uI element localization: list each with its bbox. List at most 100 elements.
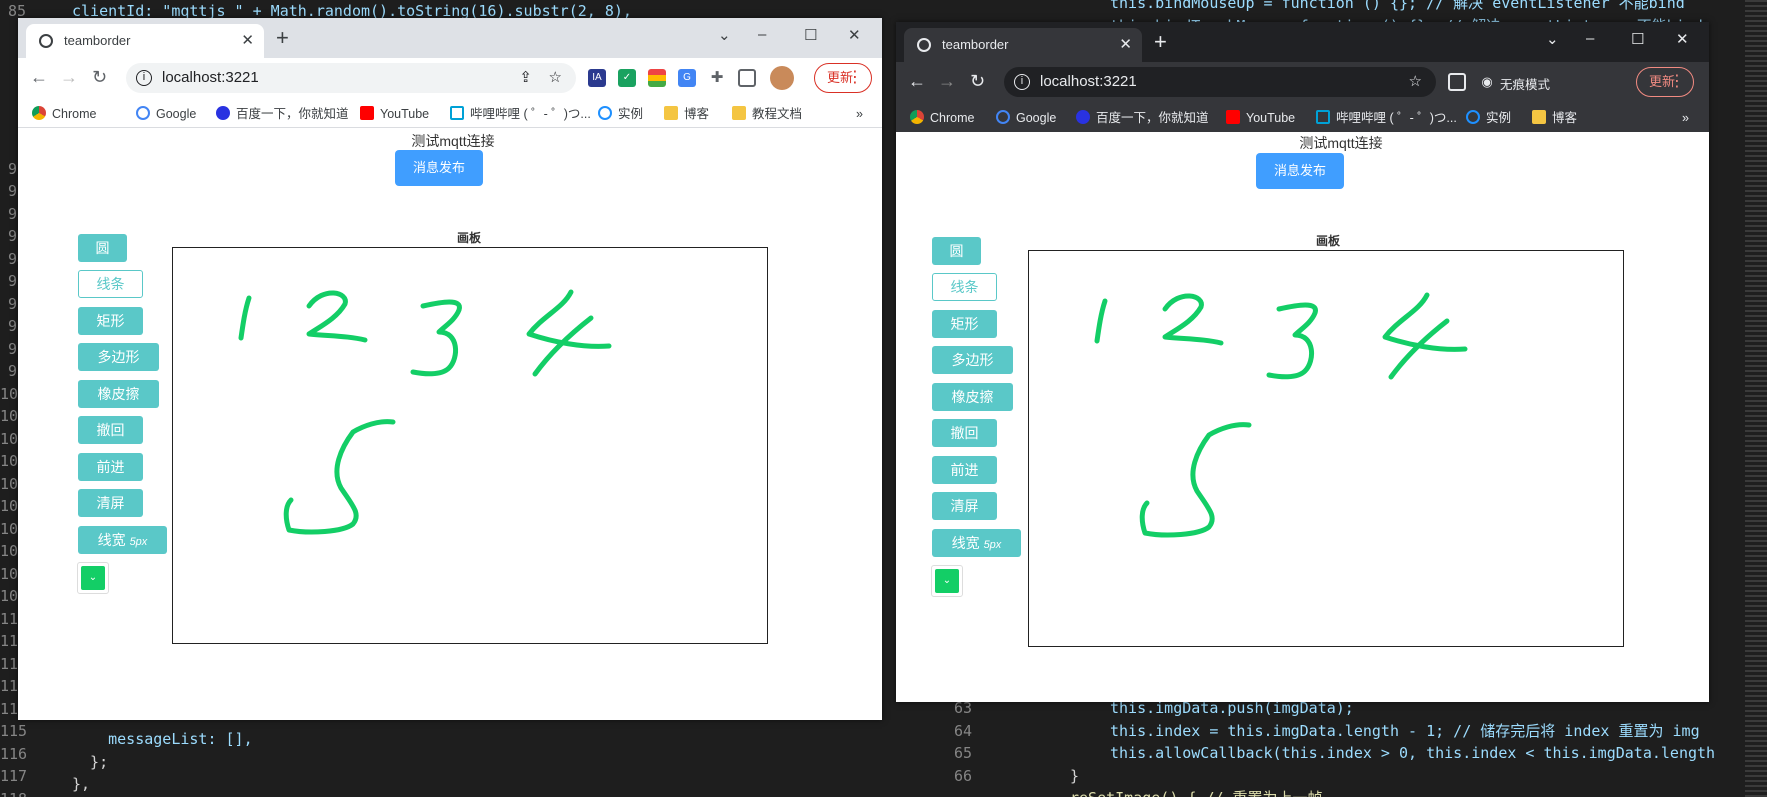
bookmark-item[interactable]: 哔哩哔哩 ( ゜- ゜)つ...: [450, 106, 591, 122]
tool-clear[interactable]: 清屏: [932, 492, 997, 520]
tool-line[interactable]: 线条: [78, 270, 143, 298]
publish-button[interactable]: 消息发布: [395, 150, 483, 186]
chevron-down-icon: ⌄: [935, 569, 959, 593]
reload-icon[interactable]: ↻: [970, 70, 985, 92]
bookmark-item[interactable]: 百度一下，你就知道: [216, 106, 349, 122]
tool-eraser[interactable]: 橡皮擦: [78, 380, 159, 408]
maximize-icon[interactable]: ☐: [1631, 30, 1644, 48]
bookmark-star-icon[interactable]: ☆: [549, 63, 562, 93]
page-title: 测试mqtt连接: [411, 133, 495, 149]
color-picker[interactable]: ⌄: [77, 562, 109, 594]
line-width-button[interactable]: 线宽 5px: [932, 529, 1021, 557]
bookmark-item[interactable]: Chrome: [910, 110, 974, 126]
tool-line[interactable]: 线条: [932, 273, 997, 301]
code-line: },: [72, 775, 91, 793]
tool-polygon[interactable]: 多边形: [78, 343, 159, 371]
stroke-digit-3: [410, 299, 462, 377]
minimize-icon[interactable]: –: [758, 26, 766, 43]
tool-undo[interactable]: 撤回: [932, 419, 997, 447]
bookmark-star-icon[interactable]: ☆: [1409, 67, 1422, 97]
site-info-icon[interactable]: i: [136, 70, 152, 86]
youtube-icon: [1226, 110, 1240, 124]
maximize-icon[interactable]: ☐: [804, 26, 817, 44]
bookmark-item[interactable]: 博客: [664, 106, 709, 122]
site-info-icon[interactable]: i: [1014, 74, 1030, 90]
drawing-board[interactable]: [172, 247, 768, 644]
publish-button[interactable]: 消息发布: [1256, 153, 1344, 189]
baidu-icon: [216, 106, 230, 120]
share-icon[interactable]: ⇪: [519, 63, 532, 93]
more-bookmarks-icon[interactable]: »: [1682, 110, 1689, 126]
tool-eraser[interactable]: 橡皮擦: [932, 383, 1013, 411]
extension-shield-icon[interactable]: ✓: [618, 69, 636, 87]
menu-icon[interactable]: ⋮: [1669, 68, 1685, 95]
bookmark-item[interactable]: Google: [996, 110, 1056, 126]
drawing-board[interactable]: [1028, 250, 1624, 647]
tab-search-icon[interactable]: ⌄: [1546, 30, 1559, 48]
profile-avatar[interactable]: [770, 66, 794, 90]
browser-tab[interactable]: teamborder ✕: [904, 28, 1142, 62]
close-window-icon[interactable]: ✕: [848, 26, 861, 44]
bookmark-item[interactable]: 百度一下，你就知道: [1076, 110, 1209, 126]
board-strokes: [238, 289, 612, 535]
extension-translate-icon[interactable]: G: [678, 69, 696, 87]
back-icon[interactable]: ←: [908, 70, 926, 92]
tool-clear[interactable]: 清屏: [78, 489, 143, 517]
address-bar[interactable]: i localhost:3221 ⇪ ☆: [126, 63, 576, 93]
bookmark-item[interactable]: 实例: [598, 106, 643, 122]
editor-minimap[interactable]: [1745, 0, 1767, 797]
extensions-puzzle-icon[interactable]: ✚: [708, 69, 726, 87]
tool-redo[interactable]: 前进: [932, 456, 997, 484]
incognito-icon[interactable]: ◉: [1478, 73, 1496, 91]
bookmark-item[interactable]: 教程文档: [732, 106, 802, 122]
tool-rectangle[interactable]: 矩形: [78, 307, 143, 335]
more-bookmarks-icon[interactable]: »: [856, 106, 863, 122]
bookmark-item[interactable]: 博客: [1532, 110, 1577, 126]
google-icon: [996, 110, 1010, 124]
tool-rectangle[interactable]: 矩形: [932, 310, 997, 338]
side-panel-icon[interactable]: [738, 69, 756, 87]
code-line: this.allowCallback(this.index > 0, this.…: [1110, 744, 1716, 762]
bookmark-item[interactable]: YouTube: [1226, 110, 1295, 126]
back-icon[interactable]: ←: [30, 66, 48, 88]
stroke-digit-4: [526, 289, 612, 377]
code-line: reSetImage() { // 重置为上一帧: [1070, 787, 1715, 797]
bookmark-item[interactable]: 实例: [1466, 110, 1511, 126]
new-tab-button[interactable]: +: [1154, 28, 1167, 56]
folder-icon: [1532, 110, 1546, 124]
tool-circle[interactable]: 圆: [932, 237, 981, 265]
side-panel-icon[interactable]: [1448, 73, 1466, 91]
bookmark-item[interactable]: 哔哩哔哩 ( ゜- ゜)つ...: [1316, 110, 1457, 126]
bookmark-item[interactable]: Chrome: [32, 106, 96, 122]
bookmark-item[interactable]: Google: [136, 106, 196, 122]
close-tab-icon[interactable]: ✕: [1119, 28, 1132, 62]
editor-code-left-tail: messageList: [], }; },: [72, 728, 253, 796]
line-width-button[interactable]: 线宽 5px: [78, 526, 167, 554]
reload-icon[interactable]: ↻: [92, 66, 107, 88]
globe-icon: [39, 34, 53, 48]
menu-icon[interactable]: ⋮: [847, 64, 863, 91]
tab-strip: teamborder ✕ + ⌄ – ☐ ✕: [18, 18, 882, 58]
tool-undo[interactable]: 撤回: [78, 416, 143, 444]
tool-redo[interactable]: 前进: [78, 453, 143, 481]
close-window-icon[interactable]: ✕: [1676, 30, 1689, 48]
tool-polygon[interactable]: 多边形: [932, 346, 1013, 374]
update-button[interactable]: 更新 ⋮: [1636, 67, 1694, 97]
bookmarks-bar: Chrome Google 百度一下，你就知道 YouTube 哔哩哔哩 ( ゜…: [18, 98, 882, 128]
stroke-digit-3: [1266, 302, 1318, 380]
forward-icon[interactable]: →: [60, 66, 78, 88]
minimize-icon[interactable]: –: [1586, 30, 1594, 47]
new-tab-button[interactable]: +: [276, 24, 289, 52]
chrome-icon: [910, 110, 924, 124]
bookmark-item[interactable]: YouTube: [360, 106, 429, 122]
extension-color-icon[interactable]: [648, 69, 666, 87]
tab-search-icon[interactable]: ⌄: [718, 26, 731, 44]
close-tab-icon[interactable]: ✕: [241, 24, 254, 58]
address-bar[interactable]: i localhost:3221 ☆: [1004, 67, 1436, 97]
forward-icon[interactable]: →: [938, 70, 956, 92]
color-picker[interactable]: ⌄: [931, 565, 963, 597]
update-button[interactable]: 更新 ⋮: [814, 63, 872, 93]
extension-ia-icon[interactable]: IA: [588, 69, 606, 87]
tool-circle[interactable]: 圆: [78, 234, 127, 262]
browser-tab[interactable]: teamborder ✕: [26, 24, 264, 58]
